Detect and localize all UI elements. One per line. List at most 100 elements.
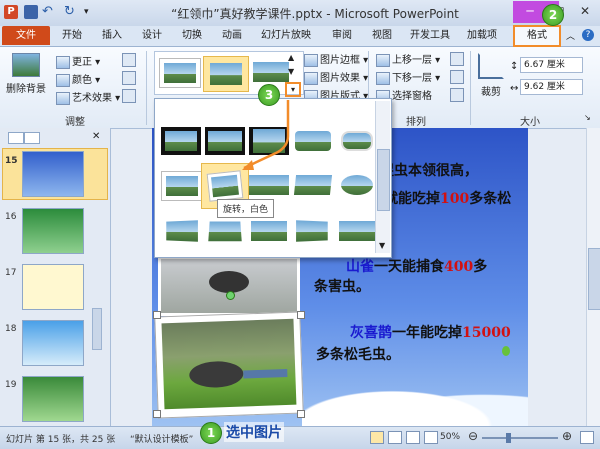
style-thumb[interactable] xyxy=(161,171,203,201)
compress-pictures-icon[interactable] xyxy=(122,53,136,67)
tab-addins[interactable]: 加载项 xyxy=(462,26,502,45)
style-thumb[interactable] xyxy=(161,217,201,245)
change-picture-icon[interactable] xyxy=(122,71,136,85)
remove-background-button[interactable]: 删除背景 xyxy=(6,53,46,95)
view-normal-icon[interactable] xyxy=(370,431,384,444)
artistic-effects-button[interactable]: 艺术效果 ▾ xyxy=(56,89,120,105)
outline-tab[interactable] xyxy=(8,132,24,144)
callout-arrow xyxy=(242,100,290,170)
zoom-slider-thumb[interactable] xyxy=(506,433,511,443)
redo-icon[interactable]: ↻ xyxy=(64,5,78,19)
undo-icon[interactable]: ↶ xyxy=(42,5,56,19)
style-thumb[interactable] xyxy=(337,171,377,199)
ribbon-collapse-icon[interactable]: ︿ xyxy=(566,29,575,42)
align-icon[interactable] xyxy=(450,52,464,66)
close-pane-icon[interactable]: ✕ xyxy=(92,131,100,142)
height-icon: ↕ xyxy=(510,61,519,72)
tab-slideshow[interactable]: 幻灯片放映 xyxy=(258,26,314,45)
flower-decoration xyxy=(502,346,510,356)
cloud-decoration xyxy=(302,378,528,426)
slide-thumbnail-15[interactable] xyxy=(22,151,84,197)
reset-picture-icon[interactable] xyxy=(122,89,136,103)
style-thumb[interactable] xyxy=(159,58,201,88)
color-button[interactable]: 颜色 ▾ xyxy=(56,71,100,87)
save-icon[interactable] xyxy=(24,5,38,19)
send-backward-button[interactable]: 下移一层 ▾ xyxy=(376,69,440,85)
minimize-button[interactable]: ─ xyxy=(519,2,541,20)
rotate-icon[interactable] xyxy=(450,88,464,102)
picture-border-button[interactable]: 图片边框 ▾ xyxy=(304,51,368,67)
slide-number: 16 xyxy=(5,212,17,222)
style-thumb[interactable] xyxy=(161,127,201,155)
resize-handle[interactable] xyxy=(153,311,161,319)
tab-format[interactable]: 格式 xyxy=(513,25,561,47)
view-slideshow-icon[interactable] xyxy=(424,431,438,444)
picture-styles-gallery[interactable] xyxy=(154,51,304,95)
bring-forward-button[interactable]: 上移一层 ▾ xyxy=(376,51,440,67)
picture-effects-button[interactable]: 图片效果 ▾ xyxy=(304,69,368,85)
slides-tab[interactable] xyxy=(24,132,40,144)
zoom-level[interactable]: 50% xyxy=(440,432,460,442)
tab-home[interactable]: 开始 xyxy=(58,26,86,45)
selected-picture[interactable] xyxy=(154,311,304,419)
slide-thumbnail-18[interactable] xyxy=(22,320,84,366)
tab-transitions[interactable]: 切换 xyxy=(178,26,206,45)
slide-text-line: 山雀一天能捕食400多 xyxy=(346,259,488,275)
tab-insert[interactable]: 插入 xyxy=(98,26,126,45)
zoom-slider[interactable] xyxy=(482,433,558,443)
style-thumb[interactable] xyxy=(337,217,377,245)
resize-handle[interactable] xyxy=(153,410,161,418)
view-sorter-icon[interactable] xyxy=(388,431,402,444)
zoom-out-icon[interactable]: ⊖ xyxy=(468,429,478,443)
gallery-scroll-up-icon[interactable]: ▲ xyxy=(288,53,294,62)
height-input[interactable]: 6.67 厘米 xyxy=(520,57,583,73)
view-reading-icon[interactable] xyxy=(406,431,420,444)
gallery-scrollbar[interactable]: ▼ xyxy=(375,101,390,253)
gallery-scroll-down-icon[interactable]: ▼ xyxy=(288,67,294,76)
group-icon[interactable] xyxy=(450,70,464,84)
callout-badge-2: 2 xyxy=(542,4,564,26)
customize-quick-access-icon[interactable]: ▾ xyxy=(84,5,98,19)
slide-thumbnail-17[interactable] xyxy=(22,264,84,310)
style-thumb[interactable] xyxy=(293,217,333,245)
tab-view[interactable]: 视图 xyxy=(368,26,396,45)
app-icon[interactable]: P xyxy=(4,5,18,19)
tab-developer[interactable]: 开发工具 xyxy=(408,26,452,45)
tab-review[interactable]: 审阅 xyxy=(328,26,356,45)
slide-thumbnail-19[interactable] xyxy=(22,376,84,422)
style-thumb-selected[interactable] xyxy=(203,56,249,92)
rotation-handle[interactable] xyxy=(226,291,235,300)
gallery-scroll-down-icon[interactable]: ▼ xyxy=(379,241,385,250)
bird-photo-top[interactable] xyxy=(158,256,300,316)
tab-file[interactable]: 文件 xyxy=(2,26,50,45)
slide-thumbnail-16[interactable] xyxy=(22,208,84,254)
tab-animations[interactable]: 动画 xyxy=(218,26,246,45)
style-thumb[interactable] xyxy=(337,127,377,155)
style-thumb[interactable] xyxy=(205,217,245,245)
width-input[interactable]: 9.62 厘米 xyxy=(520,79,583,95)
close-button[interactable]: ✕ xyxy=(574,2,596,20)
gallery-tooltip: 旋转，白色 xyxy=(217,199,275,218)
group-separator xyxy=(470,51,471,125)
resize-handle[interactable] xyxy=(297,410,305,418)
resize-handle[interactable] xyxy=(297,311,305,319)
slide-text-line: 就能吃掉100多条松 xyxy=(384,191,512,207)
gallery-scroll-thumb[interactable] xyxy=(377,149,390,211)
corrections-button[interactable]: 更正 ▾ xyxy=(56,53,100,69)
zoom-in-icon[interactable]: ⊕ xyxy=(562,429,572,443)
style-thumb[interactable] xyxy=(249,217,289,245)
crop-icon xyxy=(478,53,504,79)
slide-thumbnails-pane: ✕ 15 16 17 18 19 xyxy=(0,128,111,426)
size-dialog-launcher-icon[interactable]: ↘ xyxy=(584,113,591,122)
fit-to-window-icon[interactable] xyxy=(580,431,594,444)
window-title: “红领巾”真好教学课件.pptx - Microsoft PowerPoint xyxy=(171,7,459,21)
tab-design[interactable]: 设计 xyxy=(138,26,166,45)
gallery-more-button[interactable]: ▾ xyxy=(285,82,301,97)
crop-button[interactable]: 裁剪 xyxy=(474,53,508,98)
slide-text-line: 灰喜鹊一年能吃掉15000 xyxy=(350,325,511,341)
bring-forward-icon xyxy=(376,53,390,67)
scroll-thumb[interactable] xyxy=(588,248,600,310)
main-scrollbar[interactable] xyxy=(586,128,600,426)
pane-scrollbar[interactable] xyxy=(92,308,102,350)
help-icon[interactable]: ? xyxy=(582,29,594,41)
